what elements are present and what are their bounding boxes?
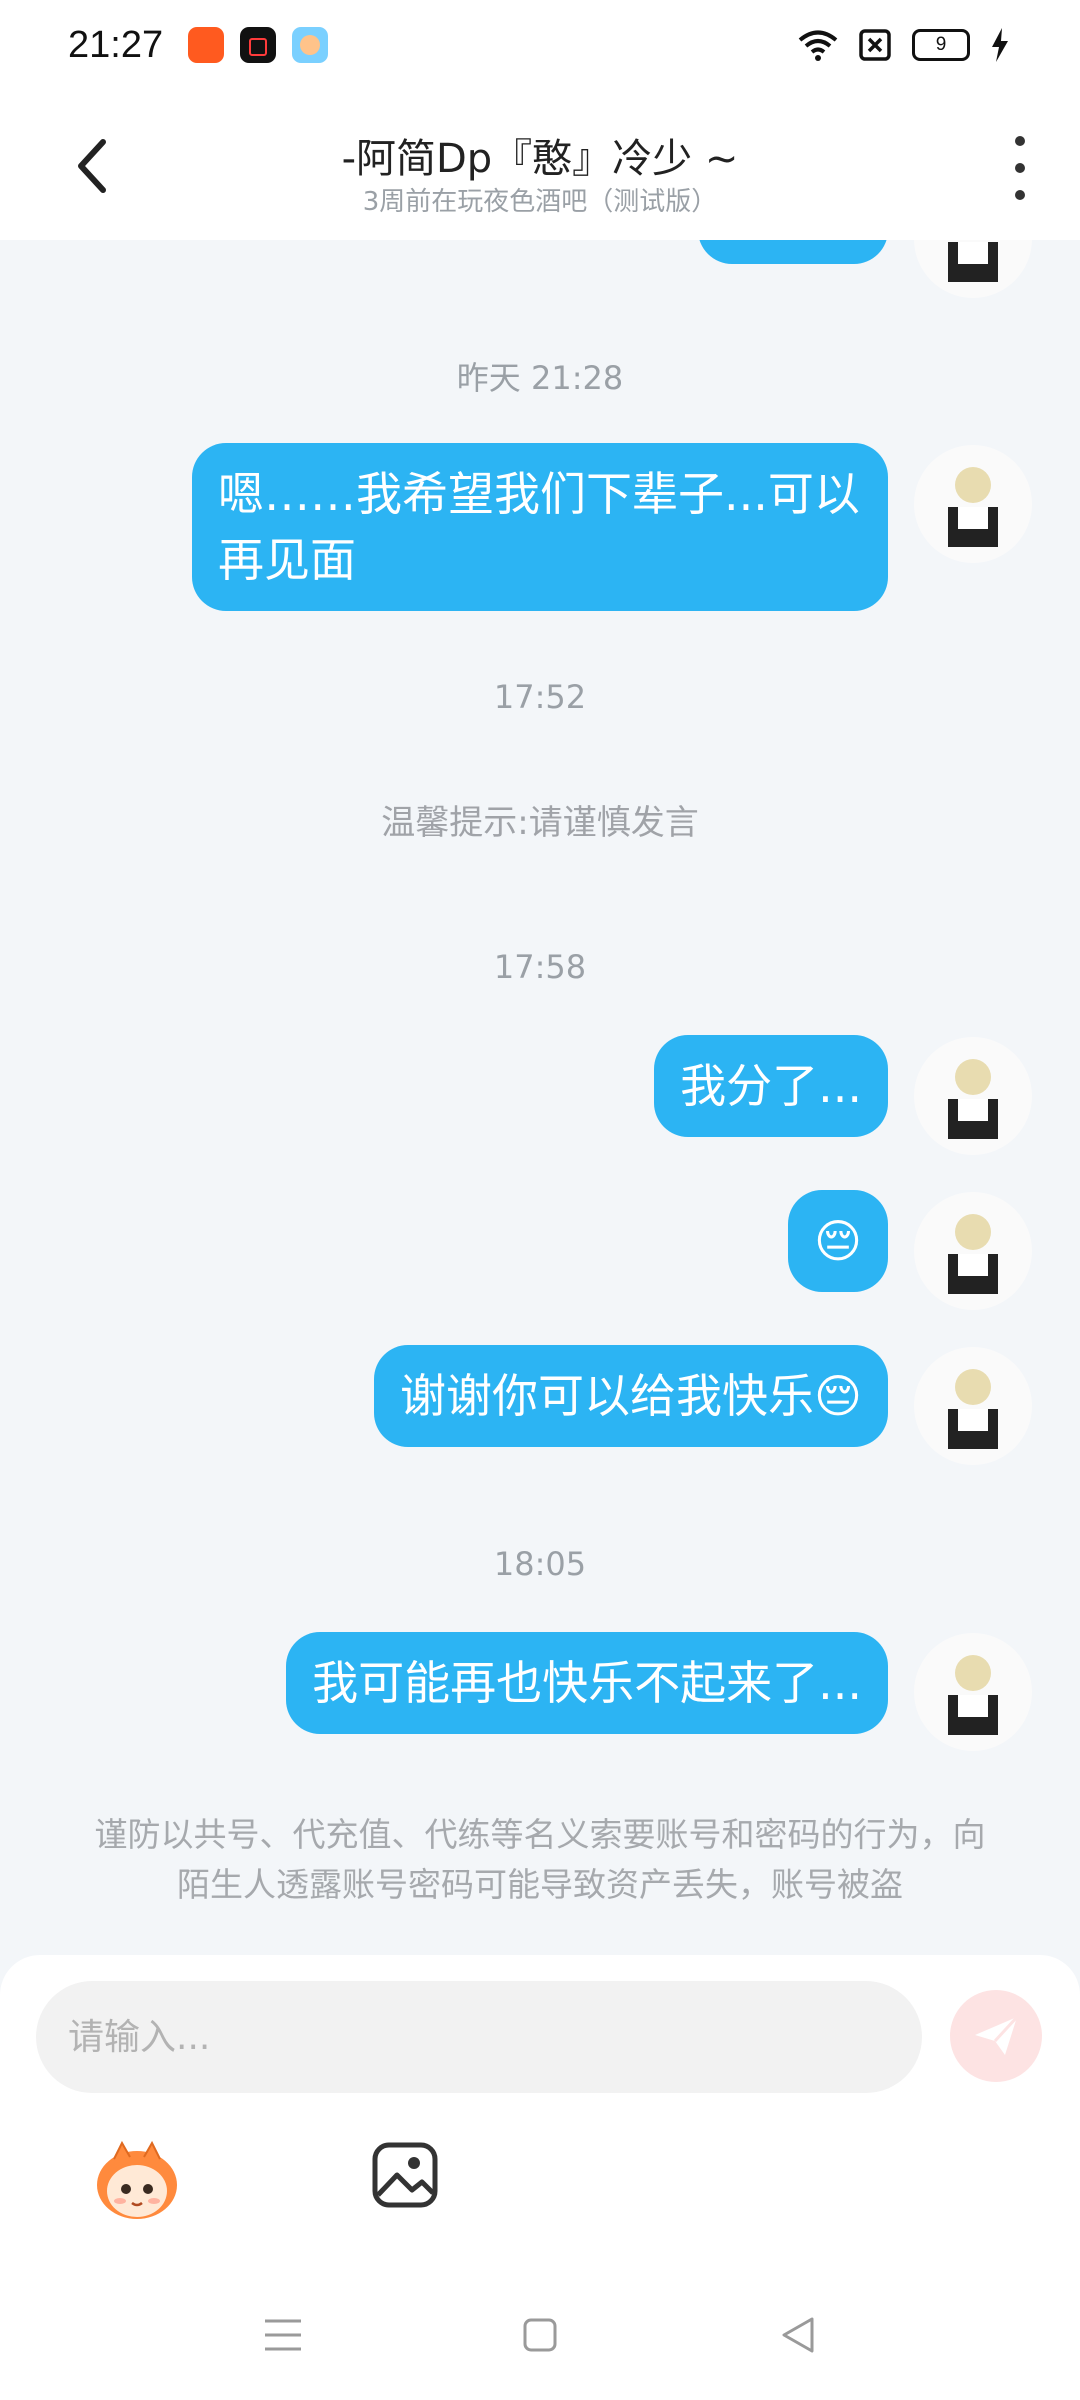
message-bubble[interactable]: 我分了... [654, 1035, 888, 1137]
avatar[interactable] [914, 1633, 1032, 1751]
menu-icon [265, 2319, 301, 2351]
paper-plane-icon [975, 2015, 1019, 2055]
mascot-emoji-button[interactable] [92, 2137, 182, 2227]
timestamp: 17:58 [493, 948, 587, 986]
message-bubble[interactable]: 嗯……我希望我们下辈子...可以再见面 [192, 443, 888, 611]
contact-status: 3周前在玩夜色酒吧（测试版） [362, 187, 718, 217]
message-bubble[interactable]: 我可能再也快乐不起来了... [286, 1632, 888, 1734]
avatar[interactable] [914, 445, 1032, 563]
avatar[interactable] [914, 240, 1032, 298]
video-record-icon [240, 27, 276, 63]
timestamp: 17:52 [493, 678, 587, 716]
user-avatar-icon [948, 242, 998, 282]
user-avatar-icon [948, 1059, 998, 1139]
sim-off-icon [859, 29, 891, 61]
avatar[interactable] [914, 1192, 1032, 1310]
more-vertical-icon [1015, 136, 1025, 146]
menu-nav-button[interactable] [248, 2305, 318, 2365]
send-button[interactable] [950, 1990, 1042, 2082]
back-triangle-icon [782, 2317, 814, 2353]
mascot-emoji-icon [97, 2140, 177, 2219]
system-navigation-bar [0, 2265, 1080, 2400]
avatar[interactable] [914, 1347, 1032, 1465]
home-nav-button[interactable] [505, 2305, 575, 2365]
kuaishou-icon [188, 27, 224, 63]
system-notice: 温馨提示:请谨慎发言 [381, 803, 699, 843]
status-bar: 21:27 9 [0, 0, 1080, 96]
more-options-button[interactable] [996, 136, 1044, 200]
message-input[interactable] [36, 1981, 922, 2093]
image-picker-button[interactable] [370, 2140, 440, 2210]
timestamp: 昨天 21:28 [456, 359, 624, 397]
user-avatar-icon [948, 1369, 998, 1449]
timestamp: 18:05 [493, 1545, 587, 1583]
battery-icon: 9 [912, 29, 970, 61]
charging-icon [992, 28, 1008, 62]
user-avatar-icon [948, 1655, 998, 1735]
message-bubble[interactable]: 谢谢你可以给我快乐😔 [374, 1345, 888, 1447]
wifi-icon [798, 30, 838, 61]
game-app-icon [292, 27, 328, 63]
user-avatar-icon [948, 1214, 998, 1294]
message-bubble[interactable]: 😔 [788, 1190, 888, 1292]
message-bubble-partial[interactable] [698, 240, 888, 264]
message-list[interactable]: 昨天 21:28 嗯……我希望我们下辈子...可以再见面 17:52 温馨提示:… [0, 240, 1080, 1960]
image-icon [372, 2142, 438, 2208]
chat-header: -阿简Dp『憨』冷少 ~ 3周前在玩夜色酒吧（测试版） [0, 96, 1080, 240]
home-square-icon [523, 2318, 557, 2352]
avatar[interactable] [914, 1037, 1032, 1155]
contact-name[interactable]: -阿简Dp『憨』冷少 ~ [0, 126, 1080, 184]
status-time: 21:27 [68, 24, 164, 66]
security-warning: 谨防以共号、代充值、代练等名义索要账号和密码的行为，向陌生人透露账号密码可能导致… [94, 1815, 986, 1904]
user-avatar-icon [948, 467, 998, 547]
back-nav-button[interactable] [763, 2305, 833, 2365]
